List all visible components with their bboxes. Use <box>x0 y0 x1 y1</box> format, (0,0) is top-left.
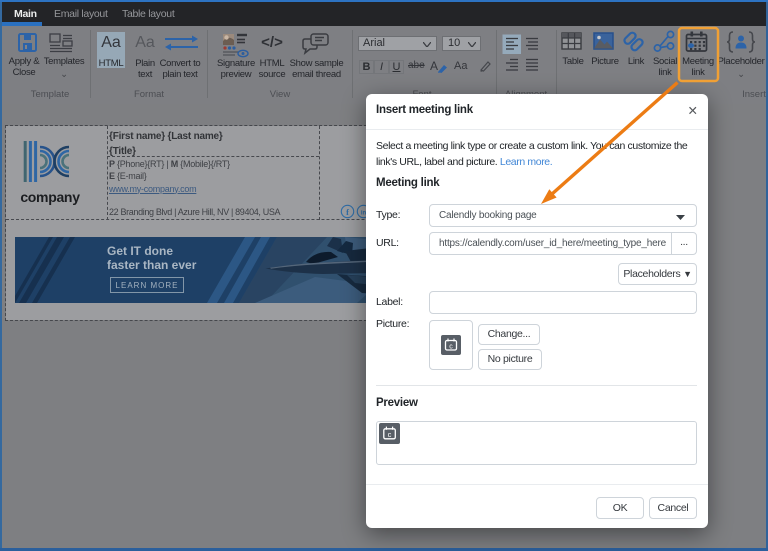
svg-text:c: c <box>388 430 392 439</box>
svg-text:c: c <box>449 343 453 350</box>
svg-text:f: f <box>346 207 349 217</box>
